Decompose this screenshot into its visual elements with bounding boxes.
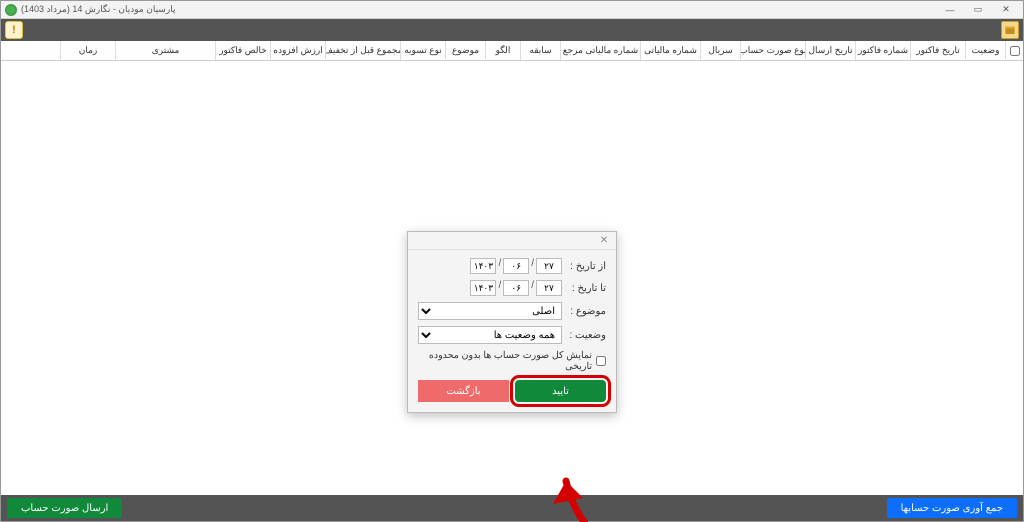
alert-badge[interactable]: !: [5, 21, 23, 39]
col-13[interactable]: ارزش افزوده: [270, 41, 325, 60]
window-title: پارسیان مودیان - نگارش 14 (مرداد 1403): [21, 4, 175, 15]
show-all-checkbox-row[interactable]: نمایش کل صورت حساب ها بدون محدوده تاریخی: [418, 350, 606, 372]
to-year-input[interactable]: [470, 280, 496, 296]
title-bar: پارسیان مودیان - نگارش 14 (مرداد 1403) —…: [1, 1, 1023, 19]
app-icon: [5, 4, 17, 16]
minimize-button[interactable]: —: [937, 3, 963, 17]
dialog-close-button[interactable]: ✕: [596, 234, 612, 248]
maximize-button[interactable]: ▭: [965, 3, 991, 17]
send-invoice-button[interactable]: ارسال صورت حساب: [7, 498, 122, 518]
status-label: وضعیت :: [566, 330, 606, 341]
status-select[interactable]: همه وضعیت ها: [418, 326, 562, 344]
cancel-button[interactable]: بازگشت: [418, 380, 509, 402]
col-3[interactable]: تاریخ ارسال: [805, 41, 855, 60]
col-16[interactable]: زمان: [60, 41, 115, 60]
from-date-label: از تاریخ :: [566, 261, 606, 272]
col-9[interactable]: الگو: [485, 41, 520, 60]
collect-invoices-button[interactable]: جمع آوری صورت حسابها: [887, 498, 1017, 518]
col-2[interactable]: شماره فاکتور: [855, 41, 910, 60]
col-4[interactable]: نوع صورت حساب: [740, 41, 805, 60]
from-year-input[interactable]: [470, 258, 496, 274]
show-all-checkbox[interactable]: [596, 356, 606, 366]
confirm-button[interactable]: تایید: [515, 380, 606, 402]
to-day-input[interactable]: [536, 280, 562, 296]
col-6[interactable]: شماره مالیاتی: [640, 41, 700, 60]
col-1[interactable]: تاریخ فاکتور: [910, 41, 965, 60]
to-date-label: تا تاریخ :: [566, 283, 606, 294]
toolbar: !: [1, 19, 1023, 41]
col-7[interactable]: شماره مالیاتی مرجع: [560, 41, 640, 60]
select-all-checkbox[interactable]: [1005, 41, 1023, 60]
grid-body: ✕ از تاریخ : / / تا تاریخ: [1, 61, 1023, 495]
grid-header: وضعیتتاریخ فاکتورشماره فاکتورتاریخ ارسال…: [1, 41, 1023, 61]
show-all-label: نمایش کل صورت حساب ها بدون محدوده تاریخی: [418, 350, 592, 372]
col-5[interactable]: سریال: [700, 41, 740, 60]
col-8[interactable]: سابقه: [520, 41, 560, 60]
col-15[interactable]: مشتری: [115, 41, 215, 60]
close-button[interactable]: ✕: [993, 3, 1019, 17]
col-0[interactable]: وضعیت: [965, 41, 1005, 60]
from-day-input[interactable]: [536, 258, 562, 274]
subject-select[interactable]: اصلی: [418, 302, 562, 320]
col-12[interactable]: مجموع قبل از تخفیف: [325, 41, 400, 60]
col-10[interactable]: موضوع: [445, 41, 485, 60]
col-11[interactable]: نوع تسویه: [400, 41, 445, 60]
to-month-input[interactable]: [503, 280, 529, 296]
col-14[interactable]: خالص فاکتور: [215, 41, 270, 60]
filter-dialog: ✕ از تاریخ : / / تا تاریخ: [407, 231, 617, 413]
archive-icon[interactable]: [1001, 21, 1019, 39]
from-month-input[interactable]: [503, 258, 529, 274]
bottom-bar: جمع آوری صورت حسابها ارسال صورت حساب: [1, 495, 1023, 521]
subject-label: موضوع :: [566, 306, 606, 317]
